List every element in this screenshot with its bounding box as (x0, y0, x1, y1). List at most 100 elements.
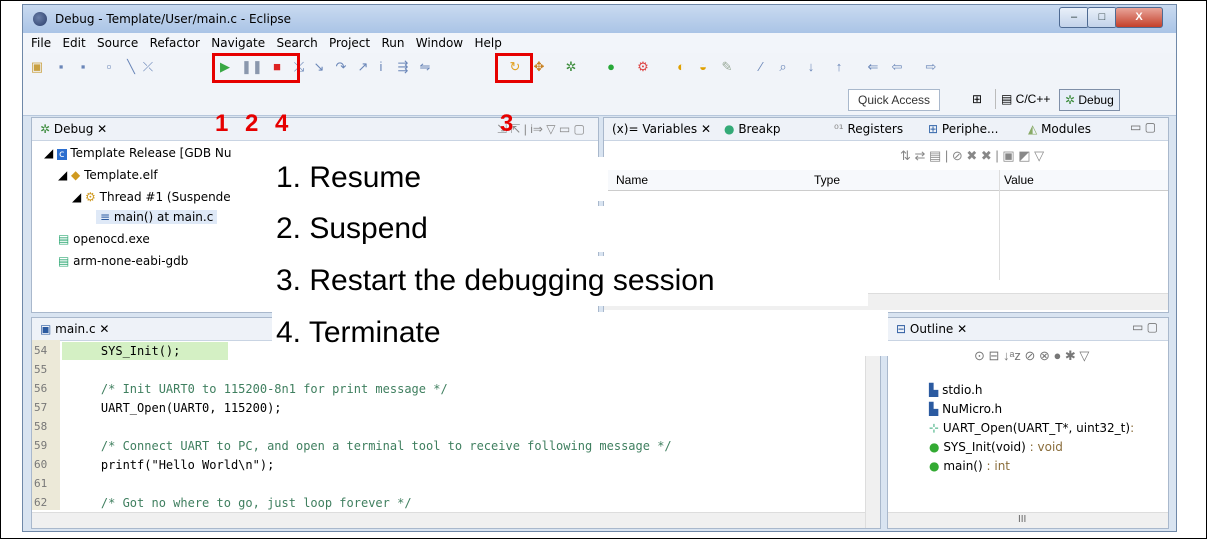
open-project-icon[interactable]: ◐ (673, 59, 689, 75)
step-into-icon[interactable]: ↘ (311, 59, 327, 75)
debug-tree-item[interactable]: ◢ c Template Release [GDB Nu (44, 146, 232, 160)
editor-tab[interactable]: ▣ main.c ✕ (40, 322, 109, 336)
menu-project[interactable]: Project (329, 36, 370, 50)
step-over-icon[interactable]: ↷ (333, 59, 349, 75)
last-edit-icon[interactable]: ⇐ (865, 59, 881, 75)
debug-tree-label: Template.elf (84, 168, 158, 182)
edit-icon[interactable]: ∕ (753, 59, 769, 75)
code-line[interactable]: UART_Open(UART0, 115200); (72, 401, 282, 415)
col-value[interactable]: Value (1004, 173, 1034, 187)
editor-vscrollbar[interactable] (865, 340, 880, 528)
perspective-cpp[interactable]: ▤ C/C++ (995, 89, 1055, 109)
maximize-button[interactable]: □ (1087, 7, 1117, 28)
outline-tabbar: ⊟ Outline ✕ ▭ ▢ (888, 318, 1168, 341)
minimize-button[interactable]: – (1059, 7, 1089, 28)
open-resource-icon[interactable]: ✎ (719, 59, 735, 75)
maximize-view-icon[interactable]: ▭ ▢ (1130, 120, 1156, 134)
outline-item-type: : void (1029, 440, 1063, 454)
col-name[interactable]: Name (616, 173, 648, 187)
col-type[interactable]: Type (814, 173, 840, 187)
external-tools-icon[interactable]: ⚙ (635, 59, 651, 75)
connect-icon[interactable]: ⤫ (140, 59, 156, 75)
code-line[interactable]: SYS_Init(); (72, 344, 180, 358)
outline-item-name: main() (943, 459, 983, 473)
outline-item-name: SYS_Init(void) (943, 440, 1026, 454)
binary-icon[interactable]: ▫ (101, 59, 117, 75)
forward-icon[interactable]: ⇨ (923, 59, 939, 75)
debug-view-tab-label: Debug (53, 122, 94, 136)
editor-hscrollbar[interactable] (32, 512, 866, 528)
outline-hscrollbar[interactable]: III (888, 512, 1168, 528)
outline-toolbar-icons[interactable]: ⊙ ⊟ ↓ᵃz ⊘ ⊗ ● ✱ ▽ (974, 348, 1089, 364)
variables-header: Name Type Value (604, 170, 1168, 191)
drop-to-frame-icon[interactable]: ⇶ (395, 59, 411, 75)
menu-search[interactable]: Search (276, 36, 317, 50)
debug-view-tab[interactable]: ✲ Debug ✕ (40, 122, 107, 136)
variables-toolbar-icons[interactable]: ⇅ ⇄ ▤ | ⊘ ✖ ✖ | ▣ ◩ ▽ (900, 148, 1044, 164)
save-all-icon[interactable]: ▪ (75, 59, 91, 75)
label-number-4: 4 (275, 110, 289, 137)
debug-launch-icon[interactable]: ✲ (563, 59, 579, 75)
legend-terminate: 4. Terminate (276, 316, 441, 349)
tab-breakpoints[interactable]: ● Breakp (724, 122, 781, 136)
menu-window[interactable]: Window (416, 36, 463, 50)
step-return-icon[interactable]: ↗ (355, 59, 371, 75)
outline-item-numicro[interactable]: ▙ NuMicro.h (929, 402, 1002, 416)
outline-maximize-icon[interactable]: ▭ ▢ (1132, 320, 1158, 334)
debug-tree-item[interactable]: ▤ openocd.exe (58, 232, 150, 246)
open-perspective-icon[interactable]: ⊞ (967, 89, 987, 109)
skip-breakpoints-icon[interactable]: ╲ (123, 59, 139, 75)
tab-modules[interactable]: ◭ Modules (1028, 122, 1091, 136)
code-line[interactable]: /* Got no where to go, just loop forever… (72, 496, 412, 510)
debug-tree-item[interactable]: ▤ arm-none-eabi-gdb (58, 254, 188, 268)
outline-item-name: stdio.h (942, 383, 983, 397)
line-number: 60 (34, 458, 48, 471)
menu-source[interactable]: Source (97, 36, 138, 50)
run-icon[interactable]: ● (603, 59, 619, 75)
menu-navigate[interactable]: Navigate (211, 36, 265, 50)
editor-tab-label: main.c (55, 322, 96, 336)
debug-tree-item[interactable]: ◢ ◆ Template.elf (58, 168, 158, 182)
code-line[interactable]: /* Init UART0 to 115200-8n1 for print me… (72, 382, 448, 396)
menu-refactor[interactable]: Refactor (150, 36, 200, 50)
code-line[interactable]: /* Connect UART to PC, and open a termin… (72, 439, 672, 453)
cpp-perspective-icon: ▤ (1001, 92, 1016, 106)
function-icon: ● (929, 459, 940, 473)
include-icon: ▙ (929, 383, 939, 397)
debug-tool-icon[interactable]: ✥ (531, 59, 547, 75)
perspective-debug[interactable]: ✲ Debug (1059, 89, 1120, 111)
debug-tree-item[interactable]: ≡ main() at main.c (96, 210, 218, 224)
tab-peripherals[interactable]: ⊞ Periphe... (928, 122, 998, 136)
process-icon: ◆ (71, 168, 81, 182)
outline-item-uart-open[interactable]: ⊹ UART_Open(UART_T*, uint32_t): (929, 421, 1134, 435)
prev-annotation-icon[interactable]: ↑ (831, 59, 847, 75)
outline-item-sys-init[interactable]: ● SYS_Init(void) : void (929, 440, 1063, 454)
instruction-stepping-icon[interactable]: i (373, 59, 389, 75)
debug-tree-label: Thread #1 (Suspende (99, 190, 231, 204)
save-icon[interactable]: ▪ (53, 59, 69, 75)
open-folder-icon[interactable]: ◒ (695, 59, 711, 75)
menu-file[interactable]: File (31, 36, 51, 50)
tab-variables[interactable]: (x)= Variables ✕ (612, 122, 711, 136)
next-annotation-icon[interactable]: ↓ (803, 59, 819, 75)
search-icon[interactable]: ⌕ (775, 59, 791, 75)
outline-item-stdio[interactable]: ▙ stdio.h (929, 383, 983, 397)
outline-item-main[interactable]: ● main() : int (929, 459, 1010, 473)
menu-help[interactable]: Help (474, 36, 501, 50)
close-button[interactable]: X (1115, 7, 1163, 28)
quick-access-field[interactable]: Quick Access (848, 89, 940, 111)
tab-breakpoints-label: Breakp (738, 122, 781, 136)
menu-run[interactable]: Run (381, 36, 404, 50)
debug-perspective-icon: ✲ (1065, 93, 1079, 107)
label-number-1: 1 (215, 110, 229, 137)
use-step-filters-icon[interactable]: ⇋ (417, 59, 433, 75)
outline-tab[interactable]: ⊟ Outline ✕ (896, 322, 967, 336)
tab-registers[interactable]: ⁰¹ Registers (834, 122, 903, 136)
code-line[interactable]: printf("Hello World\n"); (72, 458, 274, 472)
back-icon[interactable]: ⇦ (889, 59, 905, 75)
tab-modules-label: Modules (1041, 122, 1091, 136)
debug-tree-item[interactable]: ◢ ⚙ Thread #1 (Suspende (72, 190, 231, 204)
menu-edit[interactable]: Edit (62, 36, 85, 50)
label-number-2: 2 (245, 110, 259, 137)
new-icon[interactable]: ▣ (29, 59, 45, 75)
